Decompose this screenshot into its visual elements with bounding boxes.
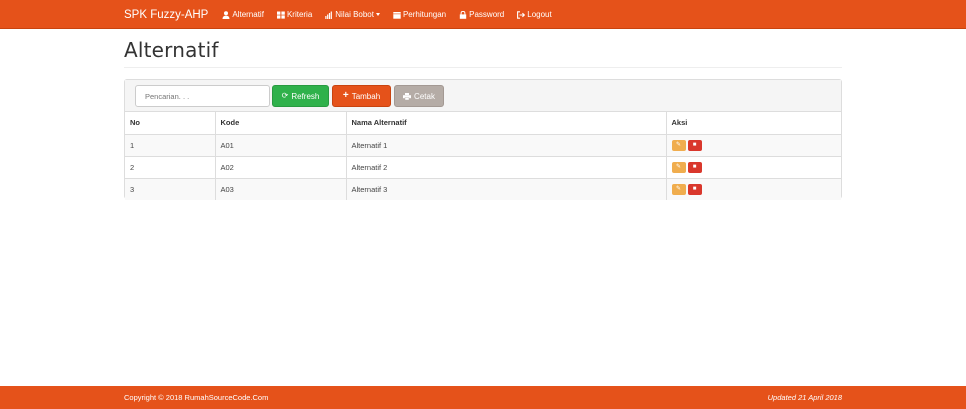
grid-icon [276,11,285,19]
page-footer: Copyright © 2018 RumahSourceCode.Com Upd… [0,386,966,409]
nav-item-perhitungan[interactable]: Perhitungan [393,10,446,19]
trash-icon: ■ [692,163,697,170]
cell-no: 2 [125,155,216,178]
alternatif-panel: ⟳ Refresh + Tambah Cetak No Kode Nama Al… [124,79,842,200]
cell-no: 1 [125,133,216,156]
top-navbar: SPK Fuzzy-AHP Alternatif Kriteria Nilai … [0,0,966,29]
delete-button[interactable]: ■ [687,183,702,195]
bar-chart-icon [325,11,333,19]
lock-icon [459,10,467,19]
cell-no: 3 [125,177,216,200]
table-header-row: No Kode Nama Alternatif Aksi [125,112,841,135]
user-icon [222,10,230,19]
cell-nama: Alternatif 3 [346,177,667,200]
refresh-button[interactable]: ⟳ Refresh [272,85,329,107]
edit-button[interactable]: ✎ [671,139,686,151]
cell-kode: A02 [215,155,347,178]
cell-aksi: ✎ ■ [666,177,841,200]
search-input[interactable] [135,85,270,107]
edit-icon: ✎ [675,163,682,170]
print-label: Cetak [414,91,435,101]
nav-item-label: Alternatif [232,10,264,19]
page-title: Alternatif [124,38,219,62]
add-button[interactable]: + Tambah [332,85,391,107]
nav-item-password[interactable]: Password [459,10,504,19]
edit-icon: ✎ [675,141,682,148]
print-button[interactable]: Cetak [394,85,444,107]
cell-kode: A01 [215,133,347,156]
delete-button[interactable]: ■ [687,139,702,151]
edit-button[interactable]: ✎ [671,161,686,173]
plus-icon: + [342,90,349,101]
nav-item-alternatif[interactable]: Alternatif [222,10,264,19]
edit-button[interactable]: ✎ [671,183,686,195]
header-no: No [125,112,216,135]
cell-nama: Alternatif 2 [346,155,667,178]
refresh-icon: ⟳ [281,91,289,100]
edit-icon: ✎ [675,185,682,192]
logout-icon [517,10,526,19]
header-kode: Kode [215,112,347,135]
panel-toolbar: ⟳ Refresh + Tambah Cetak [125,80,841,112]
nav-item-label: Logout [527,10,552,19]
refresh-label: Refresh [291,91,320,101]
footer-copyright: Copyright © 2018 RumahSourceCode.Com [124,393,269,402]
cell-aksi: ✎ ■ [666,155,841,178]
calendar-icon [393,11,401,19]
footer-updated: Updated 21 April 2018 [767,393,842,402]
nav-item-nilai-bobot[interactable]: Nilai Bobot [325,10,380,19]
nav-item-label: Nilai Bobot [335,10,374,19]
nav-item-label: Kriteria [286,10,313,19]
alternatif-table: No Kode Nama Alternatif Aksi 1 A01 Alter… [125,112,841,200]
chevron-down-icon [375,13,380,16]
delete-button[interactable]: ■ [687,161,702,173]
table-row: 2 A02 Alternatif 2 ✎ ■ [125,155,841,178]
cell-kode: A03 [215,177,347,200]
title-divider [124,67,842,68]
trash-icon: ■ [692,141,697,148]
cell-aksi: ✎ ■ [666,133,841,156]
nav-item-kriteria[interactable]: Kriteria [276,10,313,19]
table-row: 3 A03 Alternatif 3 ✎ ■ [125,177,841,200]
cell-nama: Alternatif 1 [346,133,667,156]
nav-item-logout[interactable]: Logout [517,10,552,19]
nav-item-label: Password [469,10,505,19]
header-nama: Nama Alternatif [346,112,667,135]
trash-icon: ■ [692,185,697,192]
table-row: 1 A01 Alternatif 1 ✎ ■ [125,133,841,156]
print-icon [403,92,412,100]
add-label: Tambah [351,91,381,101]
nav-inner: SPK Fuzzy-AHP Alternatif Kriteria Nilai … [124,0,565,29]
header-aksi: Aksi [666,112,841,135]
navbar-brand[interactable]: SPK Fuzzy-AHP [124,9,208,21]
nav-item-label: Perhitungan [402,10,447,19]
